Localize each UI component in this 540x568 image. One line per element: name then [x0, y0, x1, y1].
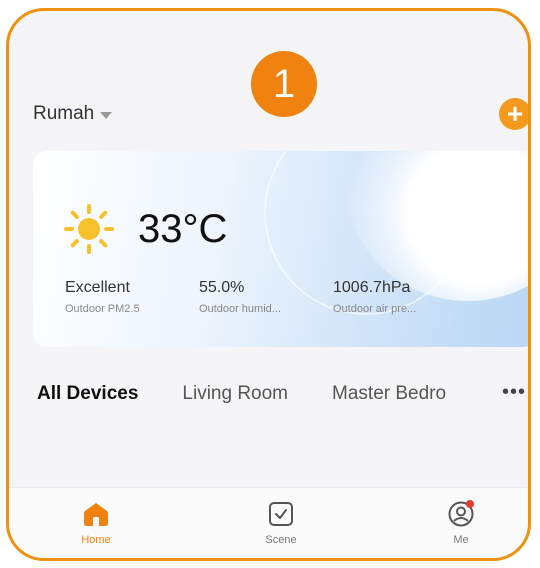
home-selector[interactable]: Rumah — [33, 103, 113, 125]
tab-all-devices[interactable]: All Devices — [37, 383, 138, 405]
metric-air-pressure: 1006.7hPa Outdoor air pre... — [333, 279, 416, 315]
scene-checkbox-icon — [269, 502, 293, 526]
sun-icon — [64, 204, 114, 254]
tab-living-room[interactable]: Living Room — [182, 383, 288, 405]
tabs-fade — [453, 381, 493, 407]
metric-pm25: Excellent Outdoor PM2.5 — [65, 279, 140, 315]
plus-icon: + — [506, 98, 524, 129]
bottom-tab-bar: Home Scene Me — [9, 487, 528, 558]
more-tabs-button[interactable]: ••• — [502, 381, 526, 404]
home-icon — [84, 503, 108, 526]
weather-card[interactable]: 33°C Excellent Outdoor PM2.5 55.0% Outdo… — [33, 151, 528, 347]
profile-icon — [448, 500, 474, 527]
app-frame: 1 Rumah + 33°C Excellent Outdoor PM2.5 5… — [6, 8, 531, 561]
tabbar-home-label: Home — [81, 534, 111, 546]
step-number-badge: 1 — [251, 51, 317, 117]
metric-label: Outdoor PM2.5 — [65, 303, 140, 315]
decorative-dot — [463, 245, 470, 252]
notification-dot — [466, 500, 474, 508]
metric-label: Outdoor humid... — [199, 303, 281, 315]
temperature-value: 33°C — [138, 207, 228, 251]
metric-value: 55.0% — [199, 279, 245, 296]
home-name-label: Rumah — [33, 103, 95, 124]
tabbar-me-label: Me — [453, 534, 469, 546]
metric-value: 1006.7hPa — [333, 279, 411, 296]
add-device-button[interactable]: + — [499, 98, 528, 130]
tabbar-scene[interactable]: Scene — [241, 500, 321, 546]
metric-value: Excellent — [65, 279, 130, 296]
metric-label: Outdoor air pre... — [333, 303, 417, 315]
tabbar-me[interactable]: Me — [421, 500, 501, 546]
tab-master-bedroom[interactable]: Master Bedro — [332, 383, 446, 405]
tabbar-scene-label: Scene — [265, 534, 297, 546]
caret-down-icon — [100, 111, 113, 119]
metric-humidity: 55.0% Outdoor humid... — [199, 279, 281, 315]
tabbar-home[interactable]: Home — [56, 500, 136, 546]
